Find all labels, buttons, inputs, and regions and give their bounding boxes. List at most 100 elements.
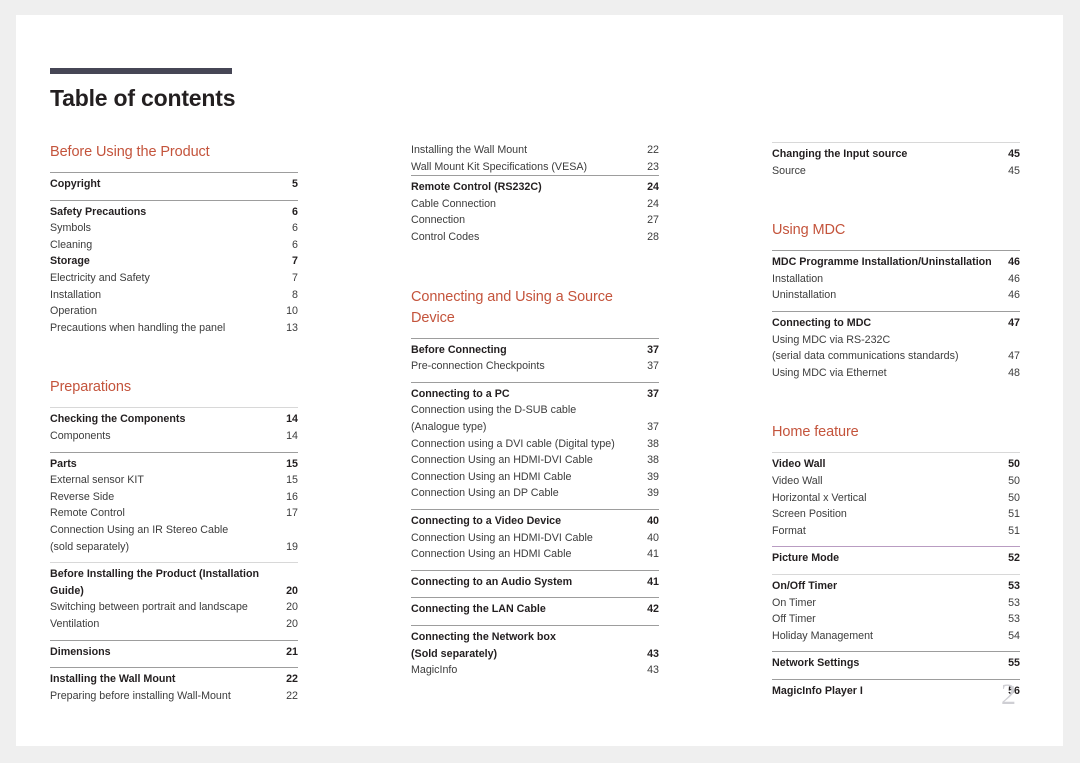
toc-section-heading[interactable]: Before Using the Product <box>50 142 298 163</box>
toc-entry-major[interactable]: Copyright 5 <box>50 176 298 193</box>
toc-entry[interactable]: Components 14 <box>50 428 298 445</box>
toc-entry[interactable]: Uninstallation 46 <box>772 287 1020 304</box>
toc-entry-major[interactable]: Connecting to MDC 47 <box>772 315 1020 332</box>
toc-entry[interactable]: Connection Using an DP Cable 39 <box>411 485 659 502</box>
toc-entry[interactable]: Installing the Wall Mount 22 <box>411 142 659 159</box>
toc-entry-page: 37 <box>647 360 659 373</box>
toc-entry-major[interactable]: Connecting to a Video Device 40 <box>411 513 659 530</box>
toc-entry-label: Before Connecting <box>411 343 507 356</box>
toc-entry[interactable]: Holiday Management 54 <box>772 628 1020 645</box>
toc-entry-major[interactable]: Connecting the LAN Cable 42 <box>411 601 659 618</box>
toc-entry[interactable]: Source 45 <box>772 163 1020 180</box>
toc-entry[interactable]: Connection Using an IR Stereo Cable <box>50 522 298 539</box>
toc-entry-page: 20 <box>286 617 298 630</box>
toc-entry-page: 39 <box>647 487 659 500</box>
toc-entry-major[interactable]: Installing the Wall Mount 22 <box>50 671 298 688</box>
toc-entry-label: Connection Using an DP Cable <box>411 487 559 500</box>
toc-entry[interactable]: Video Wall 50 <box>772 473 1020 490</box>
toc-entry[interactable]: Horizontal x Vertical 50 <box>772 490 1020 507</box>
toc-entry[interactable]: Connection Using an HDMI-DVI Cable 40 <box>411 530 659 547</box>
toc-entry-page: 42 <box>647 603 659 616</box>
toc-entry[interactable]: Precautions when handling the panel 13 <box>50 320 298 337</box>
toc-entry[interactable]: (sold separately) 19 <box>50 539 298 556</box>
toc-entry-major[interactable]: Changing the Input source 45 <box>772 146 1020 163</box>
toc-entry[interactable]: Screen Position 51 <box>772 506 1020 523</box>
toc-entry[interactable]: Installation 46 <box>772 271 1020 288</box>
toc-entry-major[interactable]: Guide) 20 <box>50 583 298 600</box>
toc-section-heading[interactable]: Connecting and Using a Source Device <box>411 287 659 329</box>
toc-entry-label: Video Wall <box>772 458 826 471</box>
toc-entry-page: 51 <box>1008 524 1020 537</box>
toc-entry[interactable]: Cleaning 6 <box>50 237 298 254</box>
toc-entry-page: 28 <box>647 230 659 243</box>
toc-entry[interactable]: Ventilation 20 <box>50 616 298 633</box>
toc-entry[interactable]: Remote Control 17 <box>50 505 298 522</box>
toc-entry-major[interactable]: MagicInfo Player I 56 <box>772 683 1020 700</box>
toc-section-heading[interactable]: Preparations <box>50 377 298 398</box>
toc-entry-page: 16 <box>286 490 298 503</box>
toc-entry[interactable]: Format 51 <box>772 523 1020 540</box>
toc-entry-label: Connection <box>411 214 466 227</box>
toc-entry-page: 13 <box>286 321 298 334</box>
toc-entry-page: 45 <box>1008 164 1020 177</box>
toc-entry[interactable]: (Analogue type) 37 <box>411 419 659 436</box>
toc-entry[interactable]: Operation 10 <box>50 303 298 320</box>
toc-entry[interactable]: Connection Using an HDMI Cable 39 <box>411 469 659 486</box>
toc-entry-major[interactable]: Network Settings 55 <box>772 655 1020 672</box>
toc-section-heading[interactable]: Using MDC <box>772 220 1020 241</box>
toc-entry-major[interactable]: Video Wall 50 <box>772 456 1020 473</box>
toc-entry[interactable]: Connection Using an HDMI Cable 41 <box>411 546 659 563</box>
toc-entry-label: Remote Control (RS232C) <box>411 181 542 194</box>
toc-entry[interactable]: Symbols 6 <box>50 220 298 237</box>
toc-entry[interactable]: Installation 8 <box>50 287 298 304</box>
toc-entry-major[interactable]: Parts 15 <box>50 456 298 473</box>
toc-entry-major[interactable]: Connecting to an Audio System 41 <box>411 574 659 591</box>
toc-entry[interactable]: External sensor KIT 15 <box>50 472 298 489</box>
toc-entry-major[interactable]: Dimensions 21 <box>50 644 298 661</box>
toc-entry-major[interactable]: MDC Programme Installation/Uninstallatio… <box>772 254 1020 271</box>
toc-group: Connecting the LAN Cable 42 <box>411 597 659 618</box>
toc-entry-page: 27 <box>647 214 659 227</box>
toc-entry[interactable]: Connection using a DVI cable (Digital ty… <box>411 436 659 453</box>
toc-entry[interactable]: Connection Using an HDMI-DVI Cable 38 <box>411 452 659 469</box>
toc-entry[interactable]: Cable Connection 24 <box>411 196 659 213</box>
toc-entry[interactable]: On Timer 53 <box>772 595 1020 612</box>
toc-entry-major[interactable]: Connecting to a PC 37 <box>411 386 659 403</box>
toc-entry[interactable]: Preparing before installing Wall-Mount 22 <box>50 688 298 705</box>
toc-group: Connecting to an Audio System 41 <box>411 569 659 591</box>
toc-entry[interactable]: (serial data communications standards) 47 <box>772 348 1020 365</box>
toc-entry-major[interactable]: Safety Precautions 6 <box>50 204 298 221</box>
toc-group: Installing the Wall Mount 22 Preparing bef… <box>50 667 298 704</box>
toc-entry-label: Precautions when handling the panel <box>50 321 226 334</box>
toc-entry[interactable]: Control Codes 28 <box>411 229 659 246</box>
toc-entry[interactable]: Wall Mount Kit Specifications (VESA) 23 <box>411 159 659 176</box>
toc-entry[interactable]: Switching between portrait and landscape… <box>50 599 298 616</box>
toc-entry-major[interactable]: Connecting the Network box <box>411 629 659 646</box>
toc-entry[interactable]: Using MDC via RS-232C <box>772 332 1020 349</box>
toc-entry-label: Symbols <box>50 222 91 235</box>
toc-entry[interactable]: Using MDC via Ethernet 48 <box>772 365 1020 382</box>
toc-entry[interactable]: Reverse Side 16 <box>50 489 298 506</box>
toc-entry[interactable]: Off Timer 53 <box>772 611 1020 628</box>
toc-entry-major[interactable]: Storage 7 <box>50 253 298 270</box>
toc-entry-label: Operation <box>50 305 97 318</box>
toc-entry[interactable]: Connection 27 <box>411 212 659 229</box>
toc-entry-major[interactable]: Before Connecting 37 <box>411 342 659 359</box>
toc-entry-label: Installation <box>50 288 102 301</box>
toc-entry[interactable]: Pre-connection Checkpoints 37 <box>411 358 659 375</box>
toc-entry[interactable]: Electricity and Safety 7 <box>50 270 298 287</box>
toc-entry-major[interactable]: (Sold separately) 43 <box>411 646 659 663</box>
toc-entry[interactable]: MagicInfo 43 <box>411 662 659 679</box>
toc-section-heading[interactable]: Home feature <box>772 422 1020 443</box>
toc-entry-major[interactable]: On/Off Timer 53 <box>772 578 1020 595</box>
toc-entry-page: 52 <box>1008 552 1020 565</box>
toc-entry-major[interactable]: Before Installing the Product (Installat… <box>50 566 298 583</box>
toc-entry-major[interactable]: Checking the Components 14 <box>50 411 298 428</box>
toc-entry-major[interactable]: Remote Control (RS232C) 24 <box>411 179 659 196</box>
toc-entry-page: 53 <box>1008 613 1020 626</box>
toc-entry-label: Preparing before installing Wall-Mount <box>50 689 231 702</box>
toc-entry[interactable]: Connection using the D-SUB cable <box>411 402 659 419</box>
toc-entry-major[interactable]: Picture Mode 52 <box>772 550 1020 567</box>
toc-entry-label: Control Codes <box>411 230 480 243</box>
toc-group: Video Wall 50 Video Wall 50 Horizontal x Ver… <box>772 452 1020 539</box>
